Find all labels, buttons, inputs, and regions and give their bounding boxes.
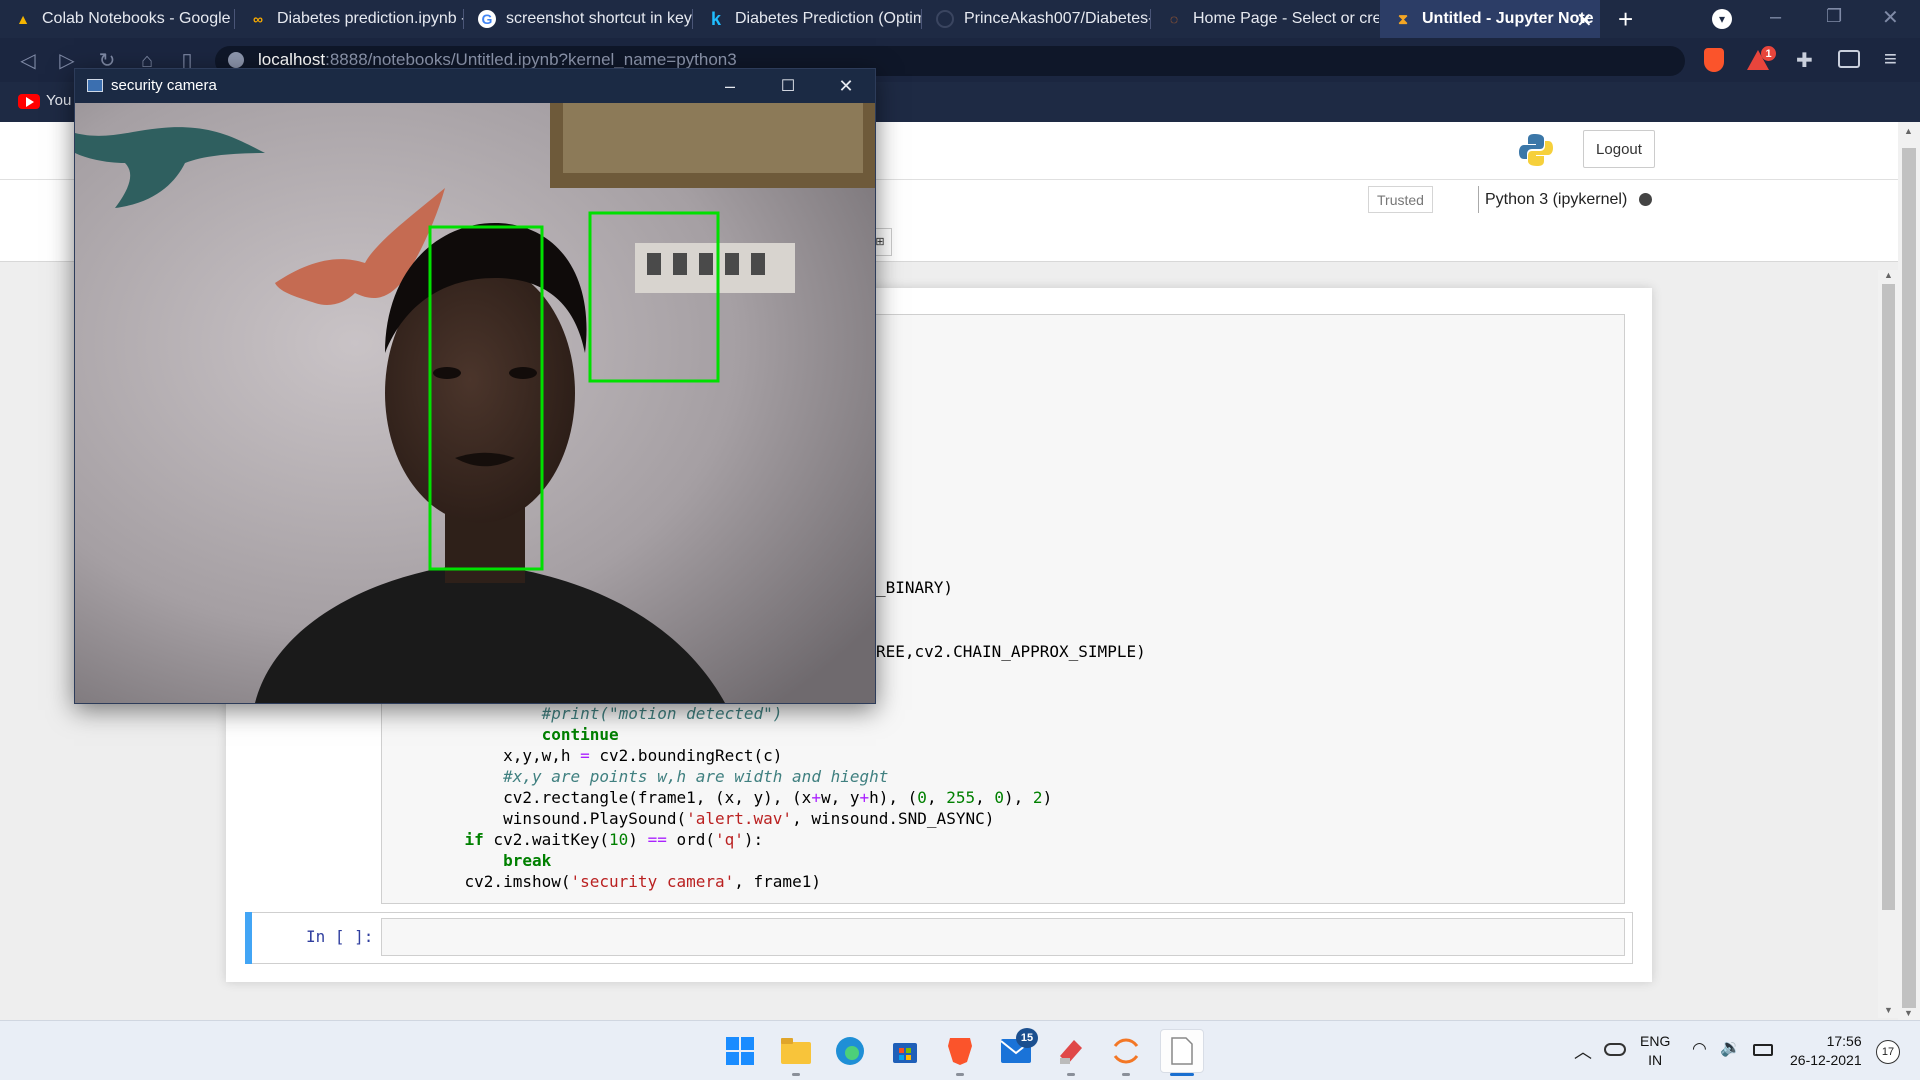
tab-google-search[interactable]: G screenshot shortcut in keyb	[464, 0, 692, 38]
notepad-icon[interactable]	[1160, 1029, 1204, 1073]
tab-title: PrinceAkash007/Diabetes-p	[964, 10, 1150, 27]
brave-browser-icon[interactable]	[940, 1031, 980, 1071]
minimize-browser-icon[interactable]: –	[1770, 6, 1781, 29]
google-icon: G	[478, 10, 496, 28]
tab-title: Diabetes Prediction (Optim	[735, 10, 921, 27]
lang-region: IN	[1648, 1052, 1663, 1068]
page-scrollbar-thumb[interactable]	[1902, 148, 1916, 1008]
tab-diabetes-colab[interactable]: ∞ Diabetes prediction.ipynb -	[235, 0, 463, 38]
code-line-findcontours: REE,cv2.CHAIN_APPROX_SIMPLE)	[876, 642, 1146, 661]
site-info-icon[interactable]	[228, 52, 244, 68]
colab-icon: ∞	[253, 11, 263, 27]
paint-icon[interactable]	[1051, 1031, 1091, 1071]
wallet-icon[interactable]	[1838, 50, 1860, 68]
kaggle-icon: k	[710, 8, 721, 29]
camera-feed	[75, 103, 875, 703]
active-app-indicator	[1170, 1073, 1194, 1076]
url-text: localhost:8888/notebooks/Untitled.ipynb?…	[258, 50, 737, 69]
battery-icon[interactable]	[1753, 1044, 1773, 1056]
bookmark-youtube[interactable]: You	[46, 92, 71, 109]
rewards-badge: 1	[1761, 46, 1776, 61]
window-app-icon	[87, 79, 103, 92]
clock-time: 17:56	[1826, 1033, 1862, 1049]
scroll-up-icon[interactable]: ▲	[1904, 126, 1913, 136]
extensions-icon[interactable]: ✚	[1796, 48, 1813, 73]
close-tab-icon[interactable]: ✕	[1576, 8, 1593, 33]
close-browser-icon[interactable]: ✕	[1882, 5, 1899, 30]
restore-browser-icon[interactable]: ❐	[1826, 6, 1842, 27]
github-icon	[936, 10, 954, 28]
kernel-name: Python 3 (ipykernel)	[1485, 190, 1628, 208]
youtube-play-icon	[26, 97, 34, 107]
onedrive-icon[interactable]	[1604, 1043, 1626, 1056]
language-indicator[interactable]: ENG IN	[1640, 1032, 1670, 1070]
close-icon[interactable]: ✕	[817, 69, 875, 103]
python-logo-icon	[1518, 132, 1554, 168]
mail-badge: 15	[1016, 1028, 1038, 1048]
selected-cell-indicator	[245, 912, 252, 964]
code-line-threshold: _BINARY)	[876, 578, 954, 597]
brave-shields-icon[interactable]	[1704, 48, 1724, 72]
tab-title: Diabetes prediction.ipynb -	[277, 10, 463, 27]
volume-icon[interactable]: 🔉	[1720, 1038, 1741, 1058]
wifi-icon[interactable]: ◠	[1692, 1039, 1707, 1059]
new-tab-icon[interactable]: +	[1618, 4, 1633, 35]
notebook-scrollbar-thumb[interactable]	[1882, 284, 1895, 910]
kernel-indicator[interactable]: Python 3 (ipykernel)	[1478, 186, 1653, 213]
clock[interactable]: 17:56 26-12-2021	[1790, 1032, 1862, 1070]
cell-input-area[interactable]	[381, 918, 1625, 956]
jupyter-icon: ◌	[1169, 11, 1179, 27]
kernel-status-icon	[1639, 193, 1653, 206]
tab-title: Home Page - Select or crea	[1193, 10, 1379, 27]
maximize-icon[interactable]: ☐	[759, 69, 817, 103]
cell-prompt: In [ ]:	[306, 927, 374, 946]
tab-github[interactable]: PrinceAkash007/Diabetes-p	[922, 0, 1150, 38]
tab-title: screenshot shortcut in keyb	[506, 10, 692, 27]
tab-jupyter-home[interactable]: ◌ Home Page - Select or crea	[1151, 0, 1379, 38]
drive-icon: ▲	[16, 11, 30, 27]
camera-window-title: security camera	[111, 77, 217, 94]
tab-title: Colab Notebooks - Google	[42, 10, 231, 27]
lang-code: ENG	[1640, 1033, 1671, 1049]
jupyter-app-icon[interactable]	[1106, 1031, 1146, 1071]
clock-date: 26-12-2021	[1790, 1052, 1862, 1068]
trusted-indicator[interactable]: Trusted	[1368, 186, 1433, 213]
security-camera-window[interactable]: security camera – ☐ ✕	[74, 68, 876, 704]
scroll-up-icon[interactable]: ▲	[1884, 270, 1893, 280]
hourglass-icon: ⧗	[1398, 10, 1408, 27]
tab-untitled-jupyter[interactable]: ⧗ Untitled - Jupyter Note	[1380, 0, 1600, 38]
notification-count-icon[interactable]: 17	[1876, 1040, 1900, 1064]
windows-start-icon[interactable]	[720, 1031, 760, 1071]
back-icon[interactable]: ◁	[16, 49, 40, 73]
scroll-down-icon[interactable]: ▼	[1904, 1008, 1913, 1018]
tab-colab-notebooks[interactable]: ▲ Colab Notebooks - Google	[0, 0, 234, 38]
tab-title: Untitled - Jupyter Note	[1422, 10, 1594, 27]
menu-icon[interactable]: ≡	[1884, 46, 1897, 72]
file-explorer-icon[interactable]	[776, 1031, 816, 1071]
code-block: #print("motion detected") continue x,y,w…	[426, 704, 1053, 891]
edge-icon[interactable]	[830, 1031, 870, 1071]
tab-kaggle[interactable]: k Diabetes Prediction (Optim	[693, 0, 921, 38]
minimize-icon[interactable]: –	[701, 69, 759, 103]
scroll-down-icon[interactable]: ▼	[1884, 1005, 1893, 1015]
tab-search-icon[interactable]: ▾	[1712, 9, 1732, 29]
store-icon[interactable]	[885, 1031, 925, 1071]
tray-overflow-icon[interactable]: ︿	[1574, 1038, 1592, 1064]
logout-button[interactable]: Logout	[1583, 130, 1655, 168]
